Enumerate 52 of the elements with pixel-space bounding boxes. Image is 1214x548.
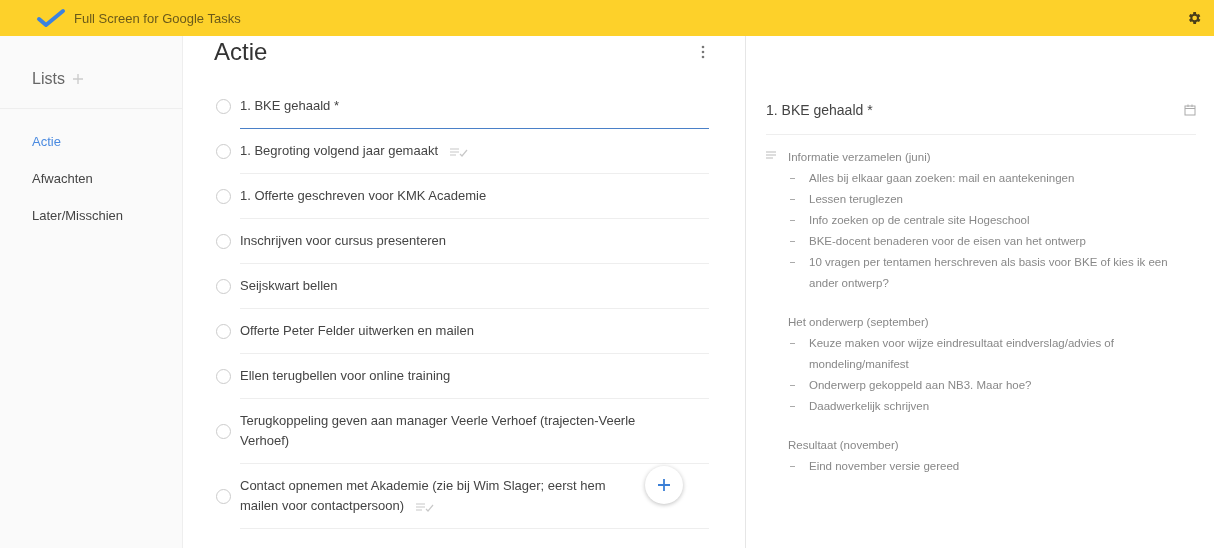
task-row[interactable]: Seijskwart bellen (240, 264, 709, 309)
bullet-dash-icon (790, 220, 795, 221)
bullet-dash-icon (790, 241, 795, 242)
lists-heading: Lists (32, 70, 65, 88)
task-row[interactable]: 1. Begroting volgend jaar gemaakt (240, 129, 709, 174)
bullet-dash-icon (790, 466, 795, 467)
task-row[interactable]: Ellen terugbellen voor online training (240, 354, 709, 399)
more-menu-icon[interactable] (701, 45, 705, 59)
task-title: Contact opnemen met Akademie (zie bij Wim Slager; eerst hem mailen voor contactpersoon) (240, 478, 606, 513)
note-heading: Resultaat (november) (788, 438, 900, 453)
plus-icon (658, 479, 670, 491)
notes-lines-icon (766, 151, 776, 159)
bullet-dash-icon (790, 343, 795, 344)
note-heading: Informatie verzamelen (juni) (788, 150, 932, 165)
task-title: 1. Offerte geschreven voor KMK Academie (240, 188, 487, 203)
note-item: Alles bij elkaar gaan zoeken: mail en aantekeningen (809, 171, 1075, 186)
task-title: 1. BKE gehaald * (240, 98, 340, 113)
bullet-dash-icon (790, 178, 795, 179)
calendar-icon[interactable] (1184, 104, 1196, 116)
task-row[interactable]: Terugkoppeling geven aan manager Veerle Verhoef (trajecten-Veerle Verhoef) (240, 399, 709, 464)
note-item: BKE-docent benaderen voor de eisen van het ontwerp (809, 234, 1086, 249)
bullet-dash-icon (790, 262, 795, 263)
checkmark-logo-icon (36, 8, 66, 28)
detail-title: 1. BKE gehaald * (766, 102, 873, 118)
note-item: Keuze maken voor wijze eindresultaat eindverslag/advies of mondeling/manifest (809, 336, 1115, 372)
task-title: 1. Begroting volgend jaar gemaakt (240, 143, 438, 158)
task-title: Inschrijven voor cursus presenteren (240, 233, 446, 248)
bullet-dash-icon (790, 199, 795, 200)
task-title: Terugkoppeling geven aan manager Veerle Verhoef (trajecten-Veerle Verhoef) (240, 413, 636, 448)
bullet-dash-icon (790, 385, 795, 386)
note-item: Onderwerp gekoppeld aan NB3. Maar hoe? (809, 378, 1032, 393)
app-title: Full Screen for Google Tasks (74, 10, 241, 26)
task-row[interactable]: Inschrijven voor cursus presenteren (240, 219, 709, 264)
task-title: Offerte Peter Felder uitwerken en mailen (240, 323, 474, 338)
bullet-dash-icon (790, 406, 795, 407)
list-item[interactable]: Later/Misschien (0, 197, 182, 234)
note-item: Eind november versie gereed (809, 459, 960, 474)
add-task-button[interactable] (645, 466, 683, 504)
task-row[interactable]: 1. Offerte geschreven voor KMK Academie (240, 174, 709, 219)
task-row[interactable]: Offerte Peter Felder uitwerken en mailen (240, 309, 709, 354)
note-item: Lessen teruglezen (809, 192, 903, 207)
list-title: Actie (214, 38, 268, 66)
note-heading: Het onderwerp (september) (788, 315, 930, 330)
task-row[interactable]: 1. BKE gehaald * (240, 84, 709, 129)
settings-icon[interactable] (1186, 10, 1202, 26)
note-item: 10 vragen per tentamen herschreven als basis voor BKE of kies ik een ander ontwerp? (809, 255, 1169, 291)
note-item: Daadwerkelijk schrijven (809, 399, 930, 414)
task-title: Ellen terugbellen voor online training (240, 368, 451, 383)
task-title: Seijskwart bellen (240, 278, 338, 293)
list-item[interactable]: Afwachten (0, 160, 182, 197)
note-item: Info zoeken op de centrale site Hogeschool (809, 213, 1030, 228)
add-list-icon[interactable] (72, 74, 83, 84)
